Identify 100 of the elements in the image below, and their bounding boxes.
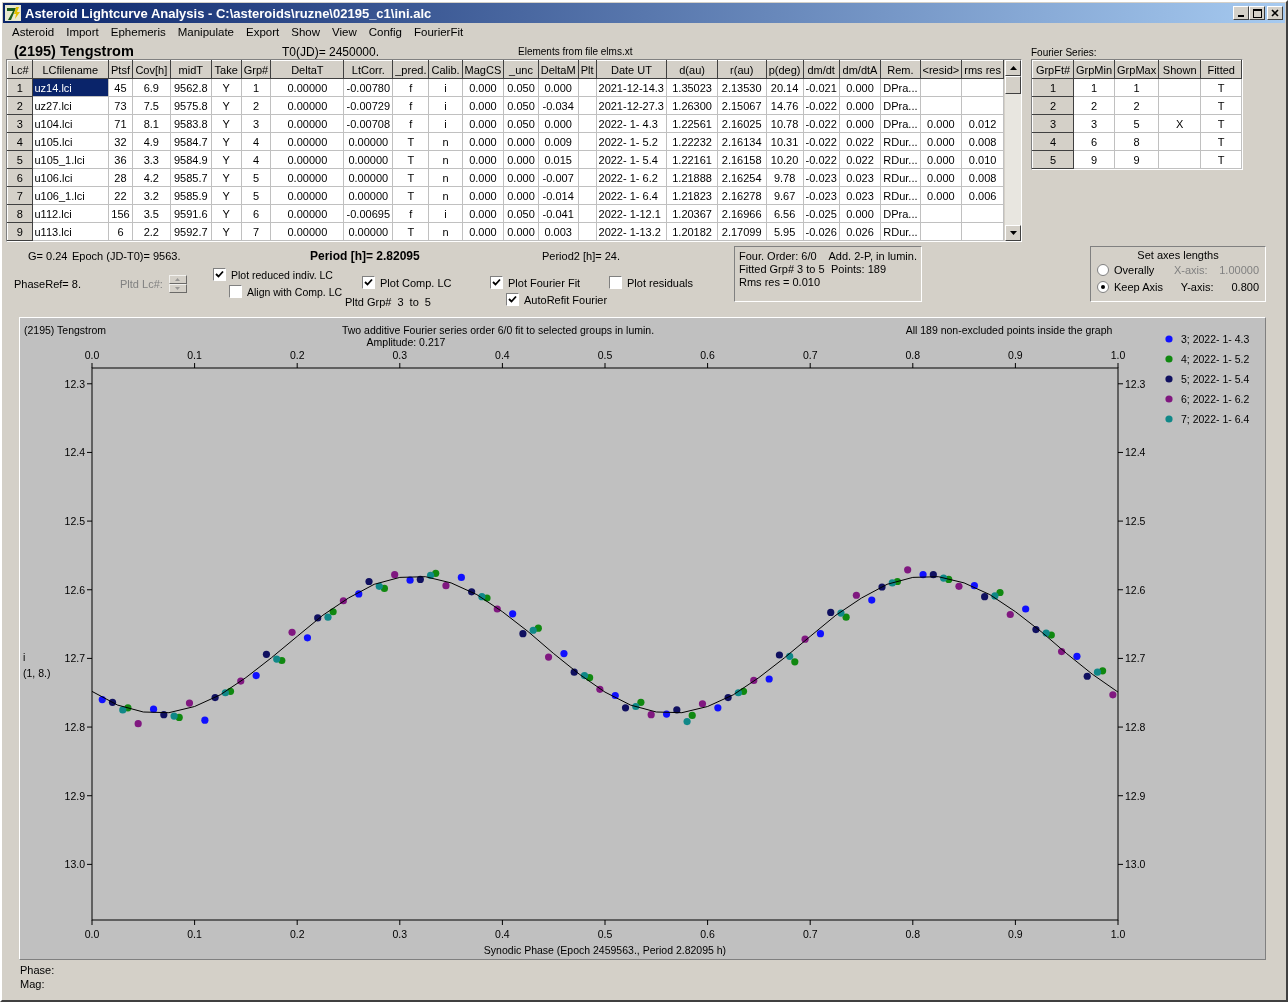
checkbox-label[interactable]: Plot Fourier Fit [508, 276, 581, 289]
close-button[interactable] [1267, 6, 1283, 20]
checkbox-label[interactable]: AutoRefit Fourier [524, 293, 608, 306]
data-point [714, 704, 722, 712]
table-cell[interactable]: u104.lci [32, 114, 109, 133]
empty-cell [578, 150, 596, 169]
maximize-button[interactable] [1249, 6, 1265, 20]
scrollbar-thumb[interactable] [1005, 76, 1021, 94]
column-header[interactable]: GrpFt# [1032, 60, 1074, 79]
axes-panel-title: Set axes lengths [1136, 249, 1220, 261]
scrollbar[interactable] [1004, 60, 1021, 241]
checkbox-label[interactable]: Plot Comp. LC [380, 276, 452, 289]
table-cell[interactable]: u106_1.lci [32, 186, 109, 205]
empty-cell[interactable] [1158, 96, 1201, 115]
table-cell[interactable]: u105_1.lci [32, 150, 109, 169]
y-axis-label: i [23, 651, 26, 663]
column-header[interactable]: Cov[h] [132, 60, 171, 79]
axis-length-value[interactable]: 0.800 [1231, 280, 1259, 293]
column-header[interactable]: Calib. [428, 60, 463, 79]
checkbox[interactable] [362, 276, 375, 289]
table-cell: 0.00000 [343, 186, 393, 205]
column-header[interactable]: d(au) [666, 60, 718, 79]
radio-label[interactable]: Keep Axis [1114, 280, 1181, 293]
empty-cell [920, 96, 962, 115]
table-cell: -0.026 [803, 222, 840, 241]
column-header[interactable]: LCfilename [32, 60, 109, 79]
column-header[interactable]: Take [211, 60, 241, 79]
column-header[interactable]: Rem. [880, 60, 920, 79]
table-cell: 0.000 [503, 132, 539, 151]
menu-item[interactable]: Export [240, 26, 286, 38]
checkbox[interactable] [609, 276, 622, 289]
empty-cell[interactable] [1158, 150, 1201, 169]
menu-item[interactable]: Manipulate [171, 26, 240, 38]
table-cell: f [392, 78, 429, 97]
data-point [391, 571, 399, 579]
fourier-series-label: Fourier Series: [1031, 46, 1098, 59]
menu-item[interactable]: Import [60, 26, 105, 38]
checkbox[interactable] [490, 276, 503, 289]
menu-item[interactable]: FourierFit [408, 26, 470, 38]
data-point [355, 590, 363, 598]
column-header[interactable]: DeltaM [538, 60, 579, 79]
table-cell: n [428, 186, 463, 205]
column-header[interactable]: r(au) [717, 60, 767, 79]
table-cell: 0.009 [538, 132, 579, 151]
table-cell: 0.00000 [270, 150, 344, 169]
column-header[interactable]: GrpMax [1114, 60, 1159, 79]
column-header[interactable]: LtCorr. [343, 60, 393, 79]
table-cell: 0.000 [920, 132, 962, 151]
table-cell: 36 [108, 150, 133, 169]
column-header[interactable]: dm/dt [803, 60, 840, 79]
checkbox-label[interactable]: Plot residuals [627, 276, 694, 289]
menu-item[interactable]: View [326, 26, 363, 38]
checkbox[interactable] [506, 293, 519, 306]
table-cell[interactable]: uz27.lci [32, 96, 109, 115]
table-cell: -0.021 [803, 78, 840, 97]
fit-info-text: Points: 189 [831, 263, 887, 275]
column-header[interactable]: Grp# [241, 60, 271, 79]
table-cell[interactable]: u106.lci [32, 168, 109, 187]
menu-item[interactable]: Ephemeris [104, 26, 172, 38]
column-header[interactable]: GrpMin [1073, 60, 1115, 79]
column-header[interactable]: midT [170, 60, 212, 79]
column-header[interactable]: <resid> [920, 60, 962, 79]
column-header[interactable]: _unc [503, 60, 539, 79]
table-cell[interactable]: u105.lci [32, 132, 109, 151]
column-header[interactable]: p(deg) [766, 60, 804, 79]
table-cell[interactable]: u113.lci [32, 222, 109, 241]
column-header[interactable]: DeltaT [270, 60, 344, 79]
data-point [1083, 672, 1091, 680]
column-header[interactable]: Ptsf [108, 60, 133, 79]
spin-control[interactable] [168, 275, 187, 293]
table-cell: 1 [1114, 78, 1159, 97]
checkbox[interactable] [229, 285, 242, 298]
up-arrow-icon[interactable] [1009, 66, 1017, 70]
column-header[interactable]: MagCS [462, 60, 504, 79]
column-header[interactable]: Fitted [1200, 60, 1242, 79]
menu-item[interactable]: Asteroid [6, 26, 61, 38]
menu-item[interactable]: Show [285, 26, 327, 38]
table-cell[interactable]: u112.lci [32, 204, 109, 223]
table-cell: 6 [108, 222, 133, 241]
table-cell: 0.000 [462, 186, 504, 205]
table-cell: DPra... [880, 78, 920, 97]
radio-button[interactable] [1097, 280, 1109, 293]
checkbox-label[interactable]: Plot reduced indiv. LC [231, 268, 333, 281]
column-header[interactable]: Lc# [7, 60, 32, 79]
checkbox[interactable] [213, 268, 226, 281]
column-header[interactable]: Date UT [596, 60, 667, 79]
column-header[interactable]: rms res [961, 60, 1004, 79]
column-header[interactable]: Shown [1158, 60, 1201, 79]
table-cell: 10.31 [766, 132, 804, 151]
empty-cell[interactable] [1158, 78, 1201, 97]
column-header[interactable]: dm/dtA [839, 60, 881, 79]
down-arrow-icon[interactable] [1009, 231, 1017, 235]
checkbox-label[interactable]: Align with Comp. LC [247, 285, 343, 298]
data-point [816, 630, 825, 638]
column-header[interactable]: _pred. [392, 60, 429, 79]
minimize-button[interactable] [1233, 6, 1249, 20]
menu-item[interactable]: Config [362, 26, 408, 38]
table-cell: 71 [108, 114, 133, 133]
empty-cell[interactable] [1158, 132, 1201, 151]
table-cell: -0.022 [803, 150, 840, 169]
